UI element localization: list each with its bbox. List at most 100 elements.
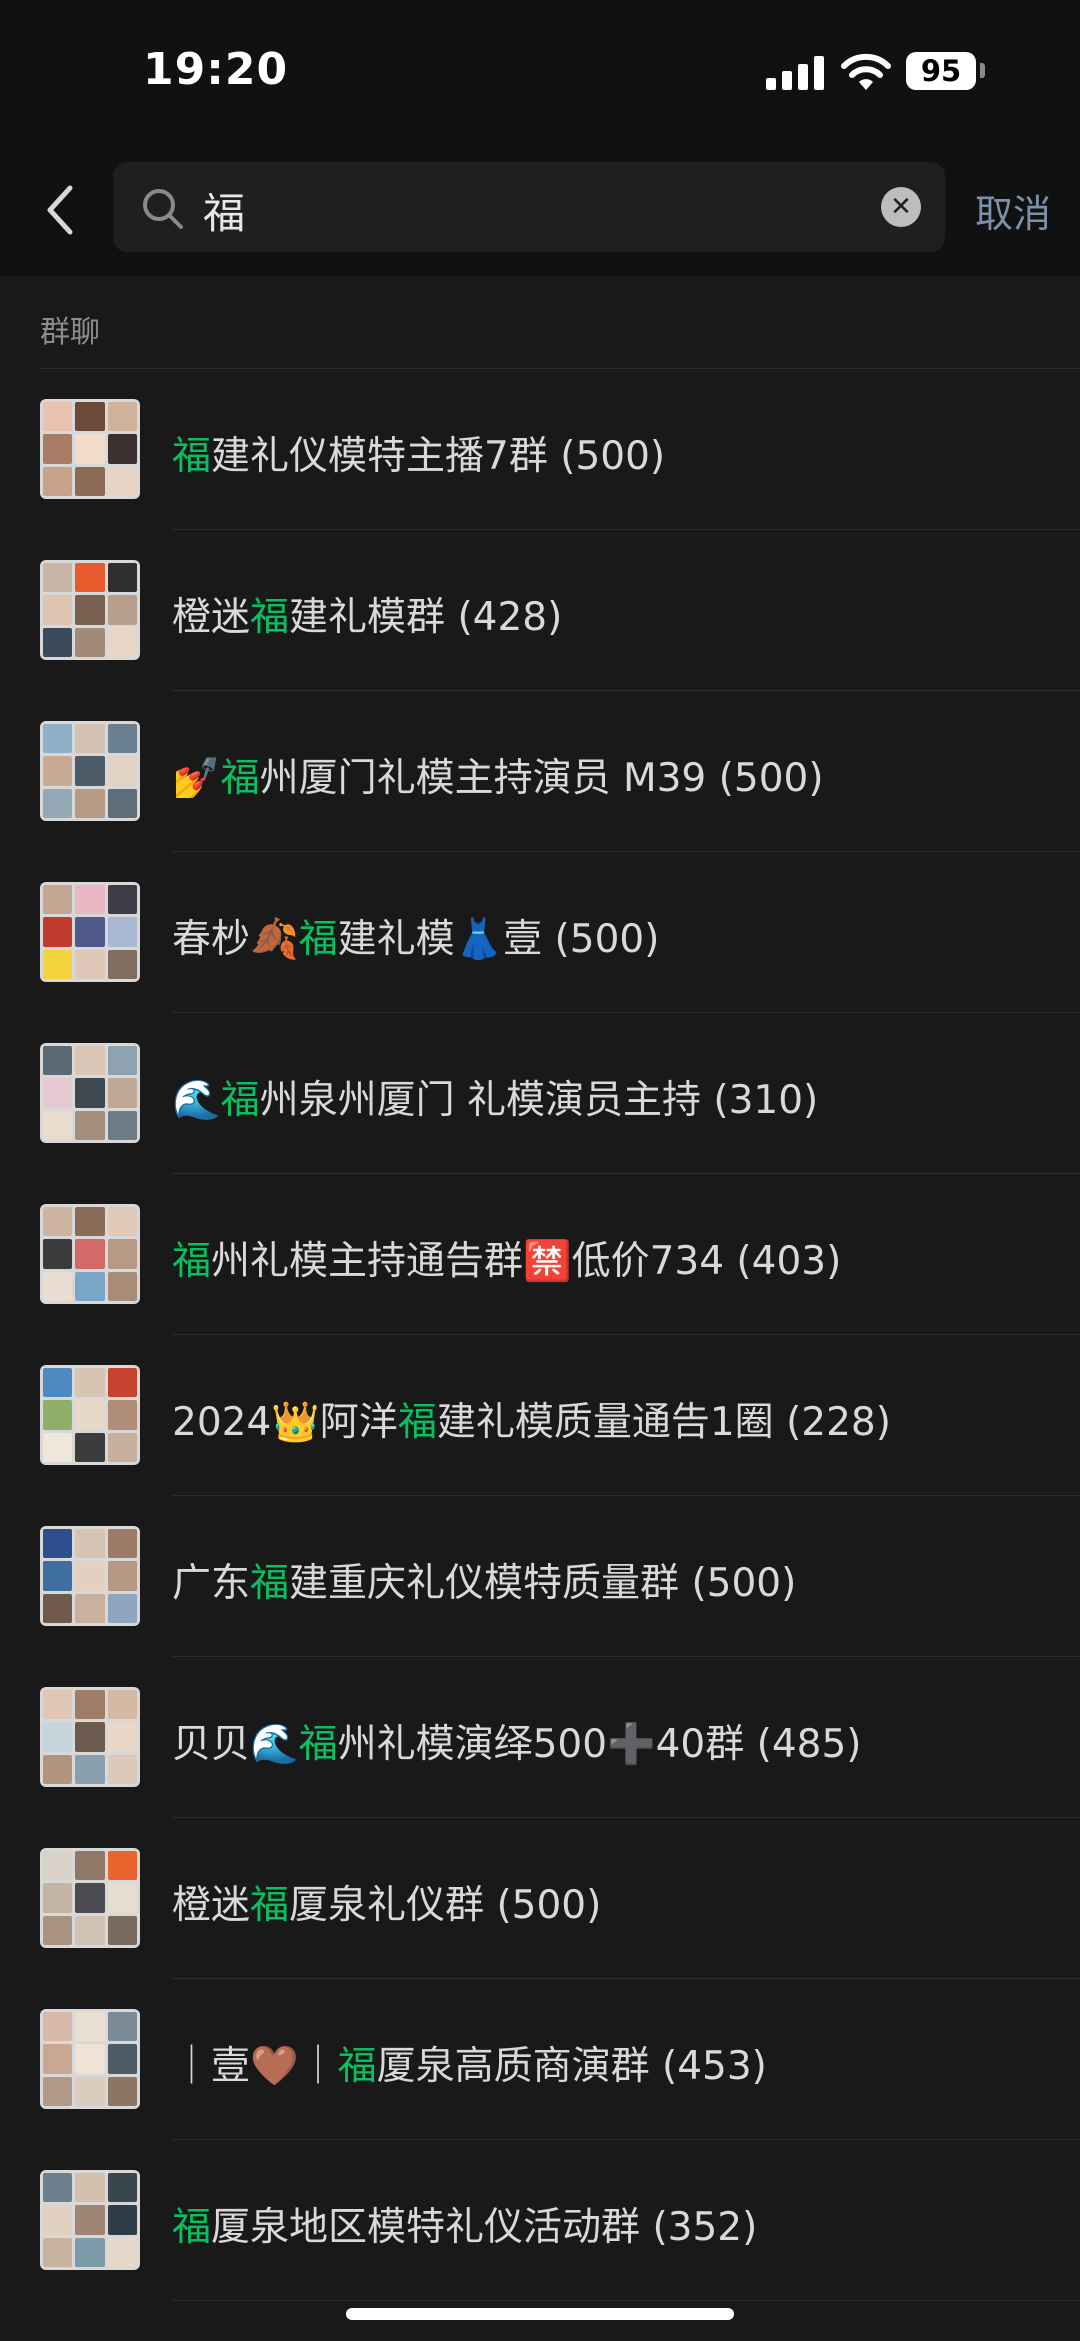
group-avatar (40, 721, 140, 821)
group-name-suffix: 厦泉高质商演群 (376, 2044, 650, 2089)
avatar-tile (43, 563, 73, 593)
avatar-tile (107, 917, 137, 947)
avatar-tile (43, 627, 73, 657)
avatar-tile (43, 1561, 73, 1591)
avatar-tile (43, 1046, 73, 1076)
keyword-highlight: 福 (250, 1883, 290, 1928)
avatar-tile (43, 1529, 73, 1559)
list-item[interactable]: 广东福建重庆礼仪模特质量群 (500) (0, 1496, 1080, 1657)
group-name: 橙迷福建礼模群 (428) (172, 586, 562, 642)
list-item[interactable]: ｜壹🤎｜福厦泉高质商演群 (453) (0, 1979, 1080, 2140)
group-name-suffix: 州礼模演绎500➕40群 (337, 1722, 745, 1767)
avatar-tile (43, 788, 73, 818)
cancel-button[interactable]: 取消 (975, 183, 1051, 238)
section-title: 群聊 (40, 315, 100, 350)
avatar-tile (75, 1529, 105, 1559)
avatar-tile (75, 1754, 105, 1784)
group-avatar (40, 1848, 140, 1948)
avatar-tile (107, 1207, 137, 1237)
member-count: (453) (662, 2044, 767, 2089)
group-avatar (40, 399, 140, 499)
avatar-tile (75, 949, 105, 979)
avatar-tile (107, 1368, 137, 1398)
group-name-prefix: 🌊 (172, 1078, 221, 1123)
list-item[interactable]: 贝贝🌊福州礼模演绎500➕40群 (485) (0, 1657, 1080, 1818)
search-query[interactable]: 福 (203, 180, 245, 241)
group-avatar (40, 1204, 140, 1304)
avatar-tile (75, 2237, 105, 2267)
avatar-tile (43, 2205, 73, 2235)
group-avatar (40, 2170, 140, 2270)
avatar-tile (43, 595, 73, 625)
avatar-tile (75, 788, 105, 818)
keyword-highlight: 福 (220, 1078, 260, 1123)
avatar-tile (75, 917, 105, 947)
group-name-suffix: 建礼模质量通告1圈 (436, 1400, 774, 1445)
avatar-tile (43, 1400, 73, 1430)
avatar-tile (43, 1915, 73, 1945)
avatar-tile (43, 2173, 73, 2203)
home-indicator[interactable] (346, 2308, 734, 2320)
group-avatar (40, 882, 140, 982)
group-name-suffix: 厦泉地区模特礼仪活动群 (211, 2205, 641, 2250)
avatar-tile (107, 2076, 137, 2106)
avatar-tile (43, 466, 73, 496)
group-avatar (40, 1526, 140, 1626)
avatar-tile (75, 2205, 105, 2235)
group-avatar (40, 2009, 140, 2109)
list-item[interactable]: 福州礼模主持通告群🈲低价734 (403) (0, 1174, 1080, 1335)
avatar-tile (43, 1432, 73, 1462)
group-name: 广东福建重庆礼仪模特质量群 (500) (172, 1552, 796, 1608)
avatar-tile (75, 1915, 105, 1945)
member-count: (403) (736, 1239, 842, 1284)
keyword-highlight: 福 (172, 1239, 212, 1284)
group-name-suffix: 州礼模主持通告群🈲低价734 (211, 1239, 725, 1284)
avatar-tile (107, 2012, 137, 2042)
search-header: 福 ✕ 取消 (0, 150, 1080, 276)
list-item[interactable]: 💅福州厦门礼模主持演员 M39 (500) (0, 691, 1080, 852)
avatar-tile (75, 1883, 105, 1913)
status-time: 19:20 (143, 44, 289, 95)
group-list: 福建礼仪模特主播7群 (500) 橙迷福建礼模群 (428) 💅福州厦门礼模主持演员… (0, 369, 1080, 2301)
list-item[interactable]: 橙迷福厦泉礼仪群 (500) (0, 1818, 1080, 1979)
group-name-prefix: 2024👑阿洋 (172, 1400, 398, 1445)
avatar-tile (43, 885, 73, 915)
group-name: 橙迷福厦泉礼仪群 (500) (172, 1874, 601, 1930)
avatar-tile (107, 1400, 137, 1430)
clear-icon[interactable]: ✕ (881, 187, 921, 227)
member-count: (500) (496, 1883, 602, 1928)
avatar-tile (75, 1400, 105, 1430)
list-item[interactable]: 春杪🍂福建礼模👗壹 (500) (0, 852, 1080, 1013)
avatar-tile (75, 1432, 105, 1462)
status-bar: 19:20 95 (0, 0, 1080, 150)
group-avatar (40, 1365, 140, 1465)
avatar-tile (107, 1883, 137, 1913)
avatar-tile (107, 756, 137, 786)
list-item[interactable]: 🌊福州泉州厦门 礼模演员主持 (310) (0, 1013, 1080, 1174)
keyword-highlight: 福 (250, 595, 290, 640)
avatar-tile (107, 949, 137, 979)
avatar-tile (107, 1851, 137, 1881)
avatar-tile (107, 466, 137, 496)
avatar-tile (107, 595, 137, 625)
list-item[interactable]: 橙迷福建礼模群 (428) (0, 530, 1080, 691)
avatar-tile (43, 402, 73, 432)
list-item[interactable]: 福建礼仪模特主播7群 (500) (0, 369, 1080, 530)
group-name: 福州礼模主持通告群🈲低价734 (403) (172, 1230, 841, 1286)
avatar-tile (75, 1239, 105, 1269)
avatar-tile (43, 1207, 73, 1237)
avatar-tile (107, 1110, 137, 1140)
avatar-tile (107, 1722, 137, 1752)
group-name-suffix: 建礼模群 (289, 595, 446, 640)
avatar-tile (107, 1271, 137, 1301)
search-input[interactable]: 福 ✕ (113, 162, 945, 252)
group-name-suffix: 州厦门礼模主持演员 M39 (259, 756, 707, 801)
avatar-tile (107, 1046, 137, 1076)
list-item[interactable]: 2024👑阿洋福建礼模质量通告1圈 (228) (0, 1335, 1080, 1496)
list-item[interactable]: 福厦泉地区模特礼仪活动群 (352) (0, 2140, 1080, 2301)
avatar-tile (43, 2044, 73, 2074)
avatar-tile (43, 2237, 73, 2267)
avatar-tile (107, 1239, 137, 1269)
member-count: (428) (457, 595, 563, 640)
back-icon[interactable] (36, 180, 84, 240)
